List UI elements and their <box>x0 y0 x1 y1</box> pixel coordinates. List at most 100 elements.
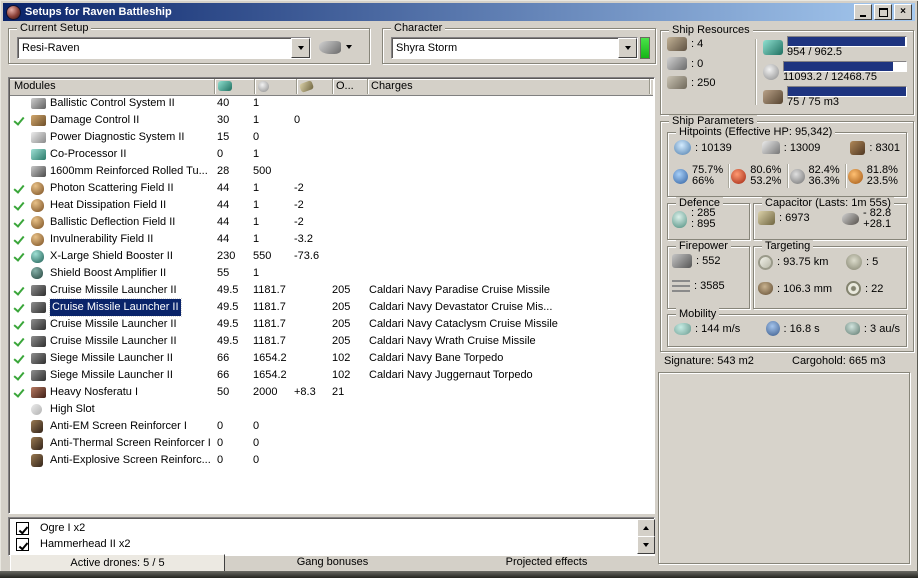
speed-icon <box>674 322 691 335</box>
drones-scrollbar[interactable] <box>637 519 655 554</box>
setup-combobox-dropdown[interactable] <box>291 38 310 58</box>
column-header-ammo[interactable]: O... <box>332 79 368 94</box>
charge-name: Caldari Navy Paradise Cruise Missile <box>369 284 550 296</box>
capacitor-value <box>294 367 332 384</box>
table-row[interactable]: Power Diagnostic System II 15 0 <box>10 129 653 146</box>
tab-projected-effects[interactable]: Projected effects <box>440 554 653 571</box>
table-row[interactable]: Heavy Nosferatu I 50 2000 +8.3 21 <box>10 384 653 401</box>
check-icon <box>13 199 25 211</box>
cpu-value: 44 <box>217 233 230 245</box>
cpu-icon <box>218 81 232 92</box>
module-icon-cell <box>31 214 49 231</box>
table-row[interactable]: X-Large Shield Booster II 230 550 -73.6 <box>10 248 653 265</box>
active-checkmark <box>13 367 29 384</box>
scroll-down-button[interactable] <box>637 536 655 554</box>
column-header-cpu[interactable] <box>214 79 255 94</box>
kinetic-resist-values: 82.4% 36.3% <box>809 165 840 187</box>
table-row[interactable]: Anti-Explosive Screen Reinforc... 0 0 <box>10 452 653 469</box>
minimize-button[interactable] <box>854 4 872 20</box>
charge-name <box>369 146 651 163</box>
ammo-count: 205 <box>332 301 351 313</box>
table-row[interactable]: Photon Scattering Field II 44 1 -2 <box>10 180 653 197</box>
column-header-charges[interactable]: Charges <box>367 79 650 94</box>
minimize-icon <box>860 14 866 17</box>
table-row[interactable]: Damage Control II 30 1 0 <box>10 112 653 129</box>
active-checkmark <box>13 299 29 316</box>
shield-icon <box>674 140 691 155</box>
ship-menu-button[interactable] <box>319 37 359 57</box>
character-combobox-dropdown[interactable] <box>618 38 637 58</box>
table-row[interactable]: Shield Boost Amplifier II 55 1 <box>10 265 653 282</box>
cpu-usage-text: 954 / 962.5 <box>787 46 843 58</box>
firepower-title: Firepower <box>676 240 731 252</box>
arrow-up-icon <box>643 526 649 530</box>
setup-combobox[interactable]: Resi-Raven <box>17 37 311 59</box>
module-icon-cell <box>31 248 49 265</box>
table-row[interactable]: Cruise Missile Launcher II 49.5 1181.7 205 C… <box>10 298 653 317</box>
drone-checkbox[interactable] <box>16 538 29 551</box>
table-row[interactable]: Ballistic Control System II 40 1 <box>10 95 653 112</box>
cpu-bar-fill <box>788 37 905 46</box>
scroll-up-button[interactable] <box>637 519 655 537</box>
tab-gang-bonuses[interactable]: Gang bonuses <box>225 554 440 571</box>
missiles-dps-value: : 3585 <box>694 280 725 292</box>
table-row[interactable]: Siege Missile Launcher II 66 1654.2 102 Cald… <box>10 367 653 384</box>
ammo-count: 102 <box>332 352 351 364</box>
column-header-modules[interactable]: Modules <box>10 79 215 94</box>
table-row[interactable]: Ballistic Deflection Field II 44 1 -2 <box>10 214 653 231</box>
powergrid-value: 1181.7 <box>253 335 286 347</box>
speed-mobility: : 144 m/s <box>674 321 740 336</box>
check-icon <box>13 233 25 245</box>
resistances: 75.7% 66% 80.6% 53.2% 82.4% 36.3% 81.8% 23.5% <box>671 164 903 188</box>
charge-name: Caldari Navy Cataclysm Cruise Missile <box>369 318 558 330</box>
active-checkmark <box>13 112 29 129</box>
active-checkmark <box>13 231 29 248</box>
chip-module-icon <box>31 149 46 160</box>
powergrid-value: 1654.2 <box>253 352 287 364</box>
armor-icon <box>761 141 780 154</box>
module-name: Anti-EM Screen Reinforcer I <box>50 420 187 432</box>
drone-checkbox[interactable] <box>16 522 29 535</box>
table-row[interactable]: Anti-EM Screen Reinforcer I 0 0 <box>10 418 653 435</box>
missiles-firepower: : 3585 <box>672 280 725 292</box>
list-item[interactable]: Ogre I x2 <box>10 520 636 536</box>
powergrid-value: 1 <box>253 97 260 109</box>
module-icon-cell <box>31 418 49 435</box>
close-button[interactable]: × <box>894 4 912 20</box>
capacitor-value: 0 <box>294 114 301 126</box>
column-header-powergrid[interactable] <box>254 79 297 94</box>
title-bar[interactable]: Setups for Raven Battleship × <box>3 3 915 21</box>
table-row[interactable]: Cruise Missile Launcher II 49.5 1181.7 205 C… <box>10 333 653 350</box>
thermal-resist-values: 80.6% 53.2% <box>750 165 781 187</box>
list-item[interactable]: Hammerhead II x2 <box>10 536 636 552</box>
window-title: Setups for Raven Battleship <box>25 6 172 18</box>
active-checkmark <box>13 350 29 367</box>
maximize-button[interactable] <box>874 4 892 20</box>
table-row[interactable]: Co-Processor II 0 1 <box>10 146 653 163</box>
active-checkmark <box>13 129 29 146</box>
kinetic-resist: 82.4% 36.3% <box>788 164 845 188</box>
powergrid-resource: 11093.2 / 12468.75 <box>763 61 907 83</box>
bcs-module-icon <box>31 98 46 109</box>
module-name: Invulnerability Field II <box>50 233 154 245</box>
table-row[interactable]: Invulnerability Field II 44 1 -3.2 <box>10 231 653 248</box>
table-row[interactable]: High Slot <box>10 401 653 418</box>
character-combobox[interactable]: Shyra Storm <box>391 37 638 59</box>
rig-hardpoints: : 250 <box>667 76 753 89</box>
table-row[interactable]: Cruise Missile Launcher II 49.5 1181.7 205 C… <box>10 316 653 333</box>
charge-name <box>369 129 651 146</box>
column-header-capacitor[interactable] <box>296 79 333 94</box>
table-row[interactable]: Siege Missile Launcher II 66 1654.2 102 Cald… <box>10 350 653 367</box>
fturret-dps-value: : 552 <box>696 255 721 267</box>
module-name: Ballistic Deflection Field II <box>50 216 176 228</box>
capacitor-value <box>294 282 332 299</box>
table-row[interactable]: Heat Dissipation Field II 44 1 -2 <box>10 197 653 214</box>
active-checkmark <box>13 146 29 163</box>
table-row[interactable]: Anti-Thermal Screen Reinforcer I 0 0 <box>10 435 653 452</box>
table-row[interactable]: Cruise Missile Launcher II 49.5 1181.7 205 C… <box>10 282 653 299</box>
ammo-count <box>332 231 368 248</box>
table-row[interactable]: 1600mm Reinforced Rolled Tu... 28 500 <box>10 163 653 180</box>
dcu-module-icon <box>31 115 46 126</box>
dronebay-usage-text: 75 / 75 m3 <box>787 96 839 108</box>
powergrid-bar-fill <box>784 62 893 71</box>
